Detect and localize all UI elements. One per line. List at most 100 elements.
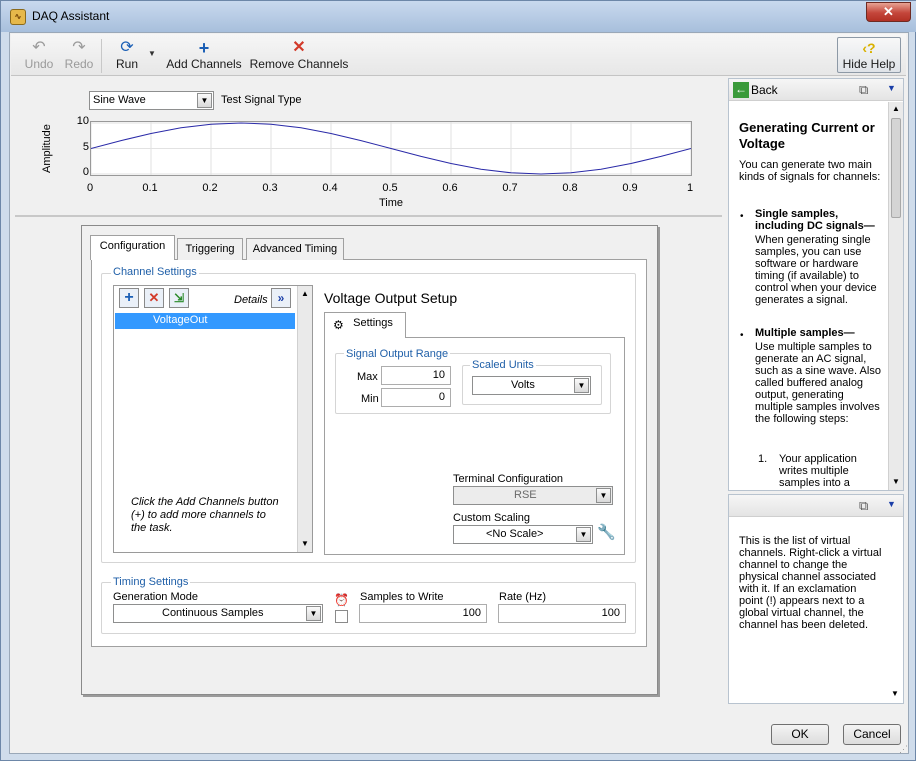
terminal-configuration-select[interactable]: RSE ▼ bbox=[453, 486, 613, 505]
terminal-configuration-value: RSE bbox=[514, 489, 537, 501]
run-dropdown-icon[interactable]: ▼ bbox=[148, 49, 156, 58]
context-help-text: This is the list of virtual channels. Ri… bbox=[739, 535, 882, 631]
tab-settings-label: Settings bbox=[353, 317, 393, 329]
undo-button[interactable]: ↶ Undo bbox=[21, 39, 57, 71]
help-intro: You can generate two main kinds of signa… bbox=[739, 159, 881, 183]
run-button[interactable]: ⟳ Run bbox=[109, 39, 145, 71]
redo-label: Redo bbox=[64, 57, 94, 71]
samples-to-write-label: Samples to Write bbox=[360, 591, 444, 603]
hide-help-label: Hide Help bbox=[842, 57, 896, 71]
remove-channel-button[interactable]: ✕ bbox=[144, 288, 164, 308]
help-step1-text: Your application writes multiple samples… bbox=[779, 453, 857, 489]
pop-out-icon[interactable]: ⧉ bbox=[859, 82, 868, 98]
x-tick-label: 0.3 bbox=[262, 182, 278, 194]
add-channel-button[interactable]: + bbox=[119, 288, 139, 308]
custom-scaling-value: <No Scale> bbox=[486, 528, 544, 540]
x-tick-label: 0.5 bbox=[382, 182, 398, 194]
help-bullet1-title: Single samples, including DC signals— bbox=[755, 208, 875, 232]
back-arrow-icon[interactable]: ← bbox=[733, 82, 749, 98]
help-scroll-thumb[interactable] bbox=[891, 118, 901, 218]
channel-item-voltageout[interactable]: VoltageOut bbox=[115, 313, 295, 329]
scaled-units-value: Volts bbox=[511, 379, 535, 391]
test-signal-type-select[interactable]: Sine Wave ▼ bbox=[89, 91, 214, 110]
x-tick-label: 0 bbox=[86, 182, 94, 194]
y-tick-label: 0 bbox=[82, 166, 89, 178]
pop-out-icon[interactable]: ⧉ bbox=[859, 498, 868, 514]
remove-channels-button[interactable]: ✕ Remove Channels bbox=[249, 39, 349, 71]
details-expand-button[interactable]: » bbox=[271, 288, 291, 308]
pane-divider[interactable] bbox=[15, 215, 722, 217]
settings-icon: ⚙ bbox=[333, 318, 344, 332]
toolbar-separator bbox=[101, 39, 102, 73]
redo-icon: ↷ bbox=[72, 39, 86, 56]
run-label: Run bbox=[115, 57, 138, 71]
rate-label: Rate (Hz) bbox=[499, 591, 547, 603]
redo-button[interactable]: ↷ Redo bbox=[61, 39, 97, 71]
samples-to-write-field[interactable]: 100 bbox=[359, 604, 487, 623]
max-field[interactable]: 10 bbox=[381, 366, 451, 385]
window-title: DAQ Assistant bbox=[32, 9, 110, 23]
chevron-down-icon: ▼ bbox=[574, 378, 589, 393]
ok-button[interactable]: OK bbox=[771, 724, 829, 745]
bullet-icon: • bbox=[740, 211, 744, 222]
x-tick-label: 0.1 bbox=[142, 182, 158, 194]
bullet-icon: • bbox=[740, 330, 744, 341]
add-channels-button[interactable]: + Add Channels bbox=[163, 39, 245, 71]
generation-mode-value: Continuous Samples bbox=[162, 607, 264, 619]
daq-app-icon: ∿ bbox=[10, 9, 26, 25]
test-signal-type-label: Test Signal Type bbox=[221, 94, 302, 106]
wrench-icon[interactable]: 🔧 bbox=[597, 523, 616, 541]
rate-field[interactable]: 100 bbox=[498, 604, 626, 623]
signal-output-range-label: Signal Output Range bbox=[344, 348, 451, 360]
x-axis-label: Time bbox=[379, 197, 404, 209]
help-scrollbar[interactable]: ▲ ▼ bbox=[888, 102, 903, 490]
scroll-down-icon[interactable]: ▼ bbox=[891, 689, 899, 698]
x-tick-label: 0.6 bbox=[442, 182, 458, 194]
chevron-down-icon[interactable]: ▼ bbox=[887, 499, 896, 509]
min-field[interactable]: 0 bbox=[381, 388, 451, 407]
scroll-up-icon[interactable]: ▲ bbox=[301, 289, 309, 298]
chevron-down-icon: ▼ bbox=[197, 93, 212, 108]
help-heading: Generating Current or Voltage bbox=[739, 120, 875, 151]
custom-scaling-label: Custom Scaling bbox=[453, 512, 531, 524]
test-signal-type-value: Sine Wave bbox=[93, 94, 146, 106]
min-label: Min bbox=[361, 393, 379, 405]
hide-help-button[interactable]: ‹? Hide Help bbox=[837, 37, 901, 73]
chevron-down-icon[interactable]: ▼ bbox=[887, 83, 896, 93]
x-icon: ✕ bbox=[292, 39, 306, 56]
cancel-button[interactable]: Cancel bbox=[843, 724, 901, 745]
scaled-units-select[interactable]: Volts ▼ bbox=[472, 376, 591, 395]
refresh-icon: ⟳ bbox=[120, 39, 134, 56]
help-step1-clip: Your application writes multiple samples… bbox=[779, 453, 883, 489]
channel-list-scrollbar[interactable]: ▲ ▼ bbox=[297, 286, 312, 552]
title-bar: ∿ DAQ Assistant ✕ bbox=[1, 1, 916, 32]
context-help-header bbox=[729, 495, 903, 517]
swap-icon: ⇲ bbox=[173, 291, 185, 305]
daq-assistant-window: ∿ DAQ Assistant ✕ ↶ Undo ↷ Redo ⟳ Run ▼ … bbox=[0, 0, 916, 761]
tab-triggering[interactable]: Triggering bbox=[177, 238, 243, 260]
close-button[interactable]: ✕ bbox=[866, 2, 911, 22]
timing-checkbox[interactable] bbox=[335, 610, 348, 623]
scroll-down-icon[interactable]: ▼ bbox=[301, 539, 309, 548]
tab-advanced-timing[interactable]: Advanced Timing bbox=[246, 238, 344, 260]
custom-scaling-select[interactable]: <No Scale> ▼ bbox=[453, 525, 593, 544]
signal-plot-svg bbox=[90, 122, 692, 175]
x-tick-label: 0.9 bbox=[622, 182, 638, 194]
scroll-down-icon[interactable]: ▼ bbox=[892, 477, 900, 486]
tab-settings[interactable]: ⚙ Settings bbox=[324, 312, 406, 338]
chevron-down-icon: ▼ bbox=[596, 488, 611, 503]
change-physical-channel-button[interactable]: ⇲ bbox=[169, 288, 189, 308]
max-label: Max bbox=[357, 371, 378, 383]
y-tick-label: 5 bbox=[82, 140, 89, 153]
y-tick-label: 10 bbox=[76, 115, 89, 127]
scroll-up-icon[interactable]: ▲ bbox=[892, 104, 900, 113]
x-tick-label: 0.8 bbox=[562, 182, 578, 194]
tab-configuration[interactable]: Configuration bbox=[90, 235, 175, 260]
plus-icon: + bbox=[124, 289, 134, 306]
details-label: Details bbox=[234, 294, 268, 306]
back-button[interactable]: Back bbox=[751, 83, 778, 97]
channel-settings-label: Channel Settings bbox=[111, 266, 199, 278]
resize-grip-icon[interactable]: ⋰ bbox=[899, 744, 908, 755]
y-axis-ticks: 0 5 10 bbox=[61, 115, 89, 180]
generation-mode-select[interactable]: Continuous Samples ▼ bbox=[113, 604, 323, 623]
